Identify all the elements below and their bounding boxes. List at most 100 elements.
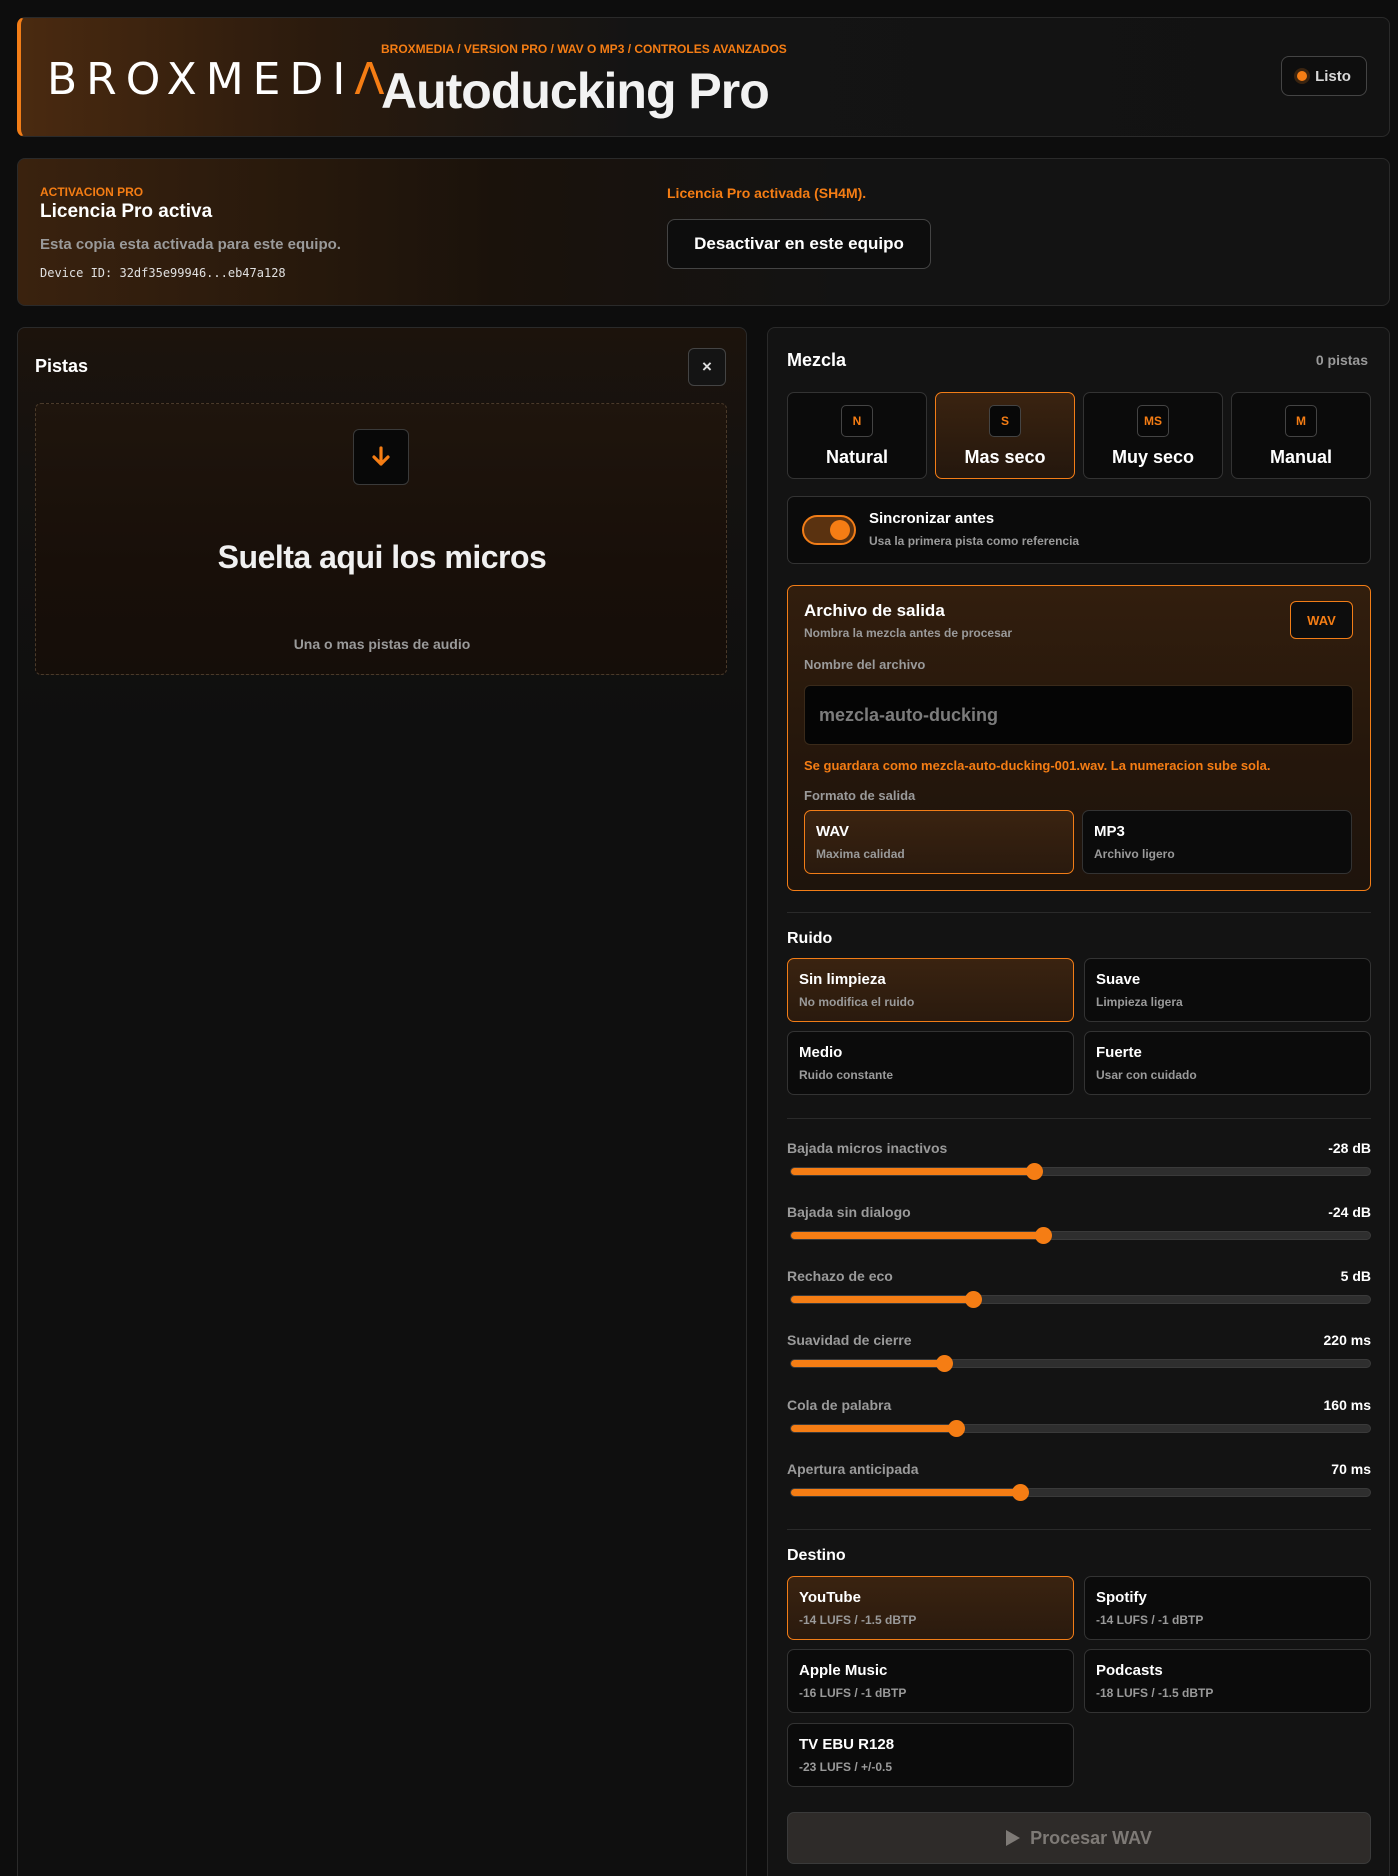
slider-label: Rechazo de eco (787, 1268, 893, 1284)
option-subtitle: Maxima calidad (816, 847, 905, 861)
slider-bajada-sin-dialogo: Bajada sin dialogo -24 dB (787, 1204, 1371, 1254)
slider-apertura-anticipada: Apertura anticipada 70 ms (787, 1461, 1371, 1511)
sync-title: Sincronizar antes (869, 510, 995, 527)
dest-tv-ebu[interactable]: TV EBU R128 -23 LUFS / +/-0.5 (787, 1723, 1074, 1787)
slider-fill (791, 1168, 1035, 1175)
option-title: TV EBU R128 (799, 1736, 895, 1753)
preset-mas-seco[interactable]: S Mas seco (935, 392, 1075, 479)
app-header: BROXMEDIΛ BROXMEDIA / VERSION PRO / WAV … (17, 17, 1390, 137)
option-title: Sin limpieza (799, 971, 886, 988)
divider (787, 1118, 1371, 1119)
option-title: Spotify (1096, 1589, 1147, 1606)
format-wav-option[interactable]: WAV Maxima calidad (804, 810, 1074, 874)
preset-badge: MS (1137, 405, 1169, 437)
preset-natural[interactable]: N Natural (787, 392, 927, 479)
license-kicker: ACTIVACION PRO (40, 185, 144, 199)
breadcrumb: BROXMEDIA / VERSION PRO / WAV O MP3 / CO… (381, 42, 787, 56)
slider-label: Suavidad de cierre (787, 1332, 912, 1348)
dropzone-subtitle: Una o mas pistas de audio (293, 636, 471, 652)
option-title: MP3 (1094, 823, 1125, 840)
destination-title: Destino (787, 1547, 846, 1564)
slider-value: 220 ms (1323, 1332, 1371, 1348)
noise-medio[interactable]: Medio Ruido constante (787, 1031, 1074, 1095)
slider-label: Bajada micros inactivos (787, 1140, 948, 1156)
slider-value: -24 dB (1328, 1204, 1371, 1220)
option-title: YouTube (799, 1589, 861, 1606)
option-subtitle: Usar con cuidado (1096, 1068, 1197, 1082)
dest-youtube[interactable]: YouTube -14 LUFS / -1.5 dBTP (787, 1576, 1074, 1640)
preset-muy-seco[interactable]: MS Muy seco (1083, 392, 1223, 479)
option-subtitle: -14 LUFS / -1 dBTP (1096, 1613, 1204, 1627)
slider-thumb[interactable] (1011, 1484, 1029, 1501)
option-subtitle: -18 LUFS / -1.5 dBTP (1096, 1686, 1214, 1700)
status-badge: Listo (1281, 56, 1367, 96)
mix-panel: Mezcla 0 pistas N Natural S Mas seco MS … (767, 327, 1390, 1876)
option-subtitle: No modifica el ruido (799, 995, 915, 1009)
slider-suavidad-cierre: Suavidad de cierre 220 ms (787, 1332, 1371, 1382)
option-subtitle: Ruido constante (799, 1068, 894, 1082)
preset-label: Mas seco (964, 447, 1046, 467)
slider-track[interactable] (790, 1420, 1371, 1437)
page-title: Autoducking Pro (381, 63, 770, 119)
broxmedia-logo: BROXMEDIΛ (47, 54, 394, 105)
preset-manual[interactable]: M Manual (1231, 392, 1371, 479)
slider-track[interactable] (790, 1484, 1371, 1501)
noise-suave[interactable]: Suave Limpieza ligera (1084, 958, 1371, 1022)
status-dot-icon (1297, 71, 1308, 81)
slider-fill (791, 1360, 945, 1367)
download-arrow-icon (353, 429, 409, 485)
clear-tracks-button[interactable]: × (688, 348, 726, 386)
sync-row: Sincronizar antes Usa la primera pista c… (787, 496, 1371, 564)
play-icon (1006, 1830, 1021, 1846)
license-title: Licencia Pro activa (40, 201, 213, 222)
status-label: Listo (1315, 67, 1351, 85)
slider-thumb[interactable] (1034, 1227, 1052, 1244)
format-label: Formato de salida (804, 788, 916, 803)
output-subtitle: Nombra la mezcla antes de procesar (804, 626, 1013, 640)
deactivate-button[interactable]: Desactivar en este equipo (667, 219, 931, 269)
close-icon: × (702, 357, 712, 376)
mix-title: Mezcla (787, 350, 847, 370)
dest-spotify[interactable]: Spotify -14 LUFS / -1 dBTP (1084, 1576, 1371, 1640)
slider-label: Apertura anticipada (787, 1461, 919, 1477)
device-id: Device ID: 32df35e99946...eb47a128 (40, 266, 286, 280)
filename-label: Nombre del archivo (804, 657, 926, 672)
process-button[interactable]: Procesar WAV (787, 1812, 1371, 1864)
option-subtitle: -16 LUFS / -1 dBTP (799, 1686, 907, 1700)
format-mp3-option[interactable]: MP3 Archivo ligero (1082, 810, 1352, 874)
slider-track[interactable] (790, 1163, 1371, 1180)
filename-hint: Se guardara como mezcla-auto-ducking-001… (804, 758, 1271, 773)
slider-thumb[interactable] (965, 1291, 983, 1308)
dest-podcasts[interactable]: Podcasts -18 LUFS / -1.5 dBTP (1084, 1649, 1371, 1713)
noise-sin-limpieza[interactable]: Sin limpieza No modifica el ruido (787, 958, 1074, 1022)
license-status: Licencia Pro activada (SH4M). (667, 185, 867, 201)
slider-track[interactable] (790, 1291, 1371, 1308)
slider-thumb[interactable] (936, 1355, 954, 1372)
preset-badge: N (841, 405, 873, 437)
slider-value: 160 ms (1323, 1397, 1371, 1413)
divider (787, 912, 1371, 913)
sync-toggle[interactable] (802, 515, 856, 545)
filename-input[interactable] (804, 685, 1353, 745)
option-subtitle: Archivo ligero (1094, 847, 1175, 861)
option-subtitle: -23 LUFS / +/-0.5 (799, 1760, 893, 1774)
output-file-section: Archivo de salida Nombra la mezcla antes… (787, 585, 1371, 891)
option-title: Fuerte (1096, 1044, 1142, 1061)
slider-track[interactable] (790, 1227, 1371, 1244)
dropzone-title: Suelta aqui los micros (217, 539, 547, 575)
toggle-knob (830, 520, 850, 540)
slider-track[interactable] (790, 1355, 1371, 1372)
dest-apple-music[interactable]: Apple Music -16 LUFS / -1 dBTP (787, 1649, 1074, 1713)
slider-value: 70 ms (1331, 1461, 1371, 1477)
preset-badge: M (1285, 405, 1317, 437)
slider-thumb[interactable] (948, 1420, 965, 1437)
slider-thumb[interactable] (1026, 1163, 1044, 1180)
divider (787, 1529, 1371, 1530)
slider-fill (791, 1296, 974, 1303)
track-dropzone[interactable]: Suelta aqui los micros Una o mas pistas … (35, 403, 727, 675)
output-title: Archivo de salida (804, 601, 945, 620)
option-subtitle: -14 LUFS / -1.5 dBTP (799, 1613, 917, 1627)
sync-subtitle: Usa la primera pista como referencia (869, 534, 1080, 548)
noise-fuerte[interactable]: Fuerte Usar con cuidado (1084, 1031, 1371, 1095)
noise-title: Ruido (787, 930, 833, 947)
